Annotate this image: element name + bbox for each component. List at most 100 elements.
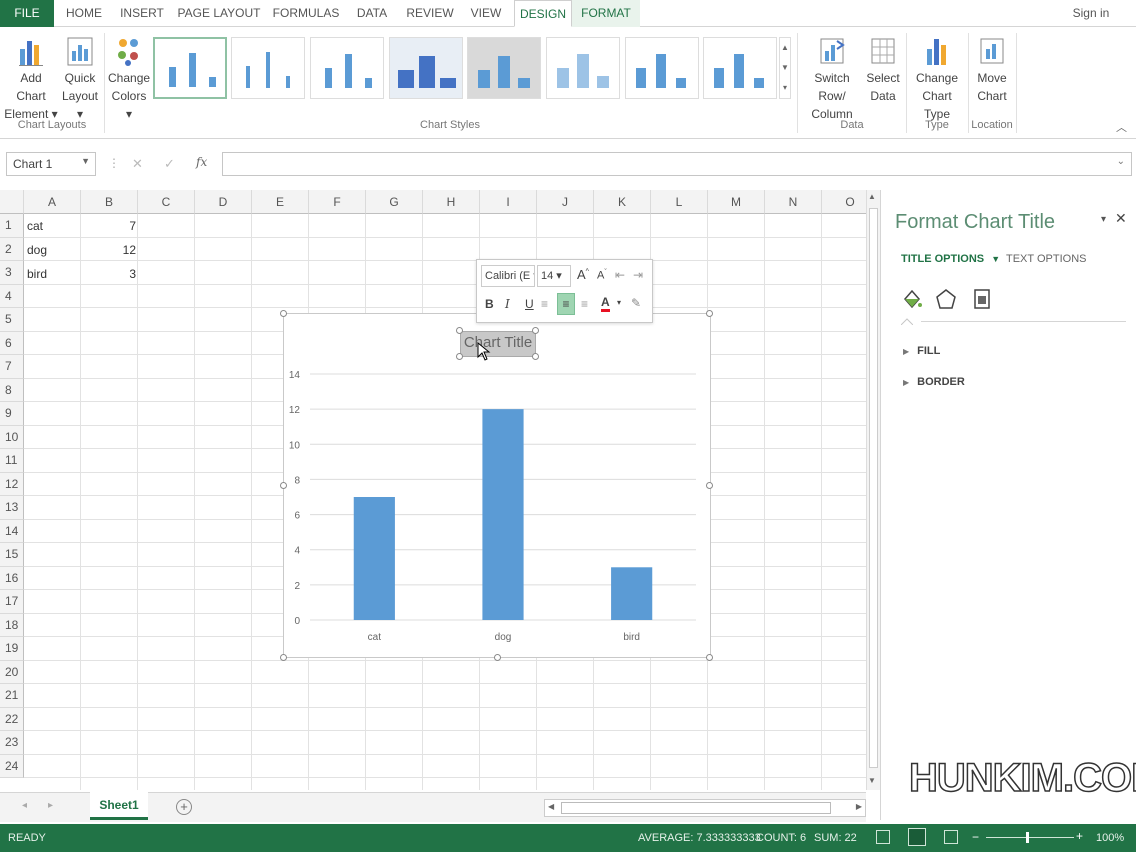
add-sheet-icon[interactable]: + — [176, 799, 192, 815]
cell-a3[interactable]: bird — [27, 263, 47, 286]
row-header-12[interactable]: 12 — [0, 472, 24, 496]
cancel-icon[interactable]: ✕ — [132, 156, 143, 172]
column-header-d[interactable]: D — [195, 190, 252, 214]
switch-row-column-button[interactable]: Switch Row/ Column — [802, 35, 862, 123]
add-chart-element-button[interactable]: Add Chart Element ▾ — [4, 35, 58, 123]
row-header-21[interactable]: 21 — [0, 684, 24, 708]
chart-resize-handle[interactable] — [706, 482, 713, 489]
chart-resize-handle[interactable] — [706, 654, 713, 661]
tab-view[interactable]: VIEW — [466, 0, 506, 27]
fill-line-icon[interactable] — [901, 287, 923, 311]
column-header-l[interactable]: L — [651, 190, 708, 214]
format-painter-icon[interactable]: ✎ — [631, 296, 641, 310]
title-resize-handle[interactable] — [532, 327, 539, 334]
row-header-16[interactable]: 16 — [0, 566, 24, 590]
row-header-14[interactable]: 14 — [0, 519, 24, 543]
column-header-m[interactable]: M — [708, 190, 765, 214]
normal-view-icon[interactable] — [876, 830, 890, 844]
close-icon[interactable]: ✕ — [1115, 210, 1127, 227]
row-header-9[interactable]: 9 — [0, 402, 24, 426]
font-color-button[interactable]: A — [601, 295, 610, 312]
page-layout-view-icon[interactable] — [908, 828, 926, 846]
expand-formula-icon[interactable]: ⌄ — [1117, 156, 1125, 167]
sign-in-link[interactable]: Sign in — [1068, 0, 1114, 27]
column-header-h[interactable]: H — [423, 190, 480, 214]
tab-file[interactable]: FILE — [0, 0, 54, 27]
font-name-select[interactable]: Calibri (E ▾ — [481, 265, 535, 287]
tab-format[interactable]: FORMAT — [572, 0, 640, 27]
select-data-button[interactable]: Select Data — [864, 35, 902, 105]
zoom-level[interactable]: 100% — [1096, 832, 1124, 844]
row-header-7[interactable]: 7 — [0, 355, 24, 379]
zoom-out-icon[interactable]: − — [972, 830, 979, 844]
chart-resize-handle[interactable] — [494, 654, 501, 661]
cell-b3[interactable]: 3 — [82, 263, 136, 286]
font-size-select[interactable]: 14 ▾ — [537, 265, 571, 287]
row-header-10[interactable]: 10 — [0, 425, 24, 449]
row-header-1[interactable]: 1 — [0, 214, 24, 238]
row-header-18[interactable]: 18 — [0, 613, 24, 637]
chart-resize-handle[interactable] — [280, 654, 287, 661]
title-resize-handle[interactable] — [456, 327, 463, 334]
tab-formulas[interactable]: FORMULAS — [270, 0, 342, 27]
row-header-11[interactable]: 11 — [0, 449, 24, 473]
row-header-8[interactable]: 8 — [0, 378, 24, 402]
tab-page-layout[interactable]: PAGE LAYOUT — [176, 0, 262, 27]
bold-button[interactable]: B — [485, 297, 494, 311]
change-colors-button[interactable]: Change Colors ▾ — [108, 35, 150, 123]
row-header-19[interactable]: 19 — [0, 637, 24, 661]
column-header-k[interactable]: K — [594, 190, 651, 214]
chart-style-4[interactable] — [389, 37, 463, 99]
scroll-left-icon[interactable]: ◀ — [548, 802, 554, 811]
column-header-o[interactable]: O — [822, 190, 866, 214]
column-header-g[interactable]: G — [366, 190, 423, 214]
insert-function-icon[interactable]: fx — [196, 155, 207, 169]
chart-style-1[interactable] — [153, 37, 227, 99]
row-header-3[interactable]: 3 — [0, 261, 24, 285]
scroll-up-icon[interactable]: ▲ — [868, 192, 876, 201]
scroll-thumb[interactable] — [869, 208, 878, 768]
underline-button[interactable]: U — [525, 297, 534, 311]
fill-section[interactable]: ▶ FILL — [903, 345, 940, 357]
align-right-icon[interactable]: ≡ — [581, 297, 588, 311]
column-header-b[interactable]: B — [81, 190, 138, 214]
chart-style-6[interactable] — [546, 37, 620, 99]
collapse-ribbon-icon[interactable]: ︿ — [1116, 119, 1127, 135]
column-header-i[interactable]: I — [480, 190, 537, 214]
row-header-6[interactable]: 6 — [0, 331, 24, 355]
chart-resize-handle[interactable] — [706, 310, 713, 317]
tab-review[interactable]: REVIEW — [402, 0, 458, 27]
tab-text-options[interactable]: TEXT OPTIONS — [1006, 253, 1086, 265]
title-resize-handle[interactable] — [456, 353, 463, 360]
page-break-view-icon[interactable] — [944, 830, 958, 844]
tab-home[interactable]: HOME — [60, 0, 108, 27]
gallery-scroll[interactable]: ▲ ▼ ▾ — [779, 37, 791, 99]
align-left-icon[interactable]: ≡ — [541, 297, 548, 311]
chevron-down-icon[interactable]: ▼ — [81, 156, 90, 166]
row-header-23[interactable]: 23 — [0, 731, 24, 755]
column-header-f[interactable]: F — [309, 190, 366, 214]
name-box[interactable]: Chart 1 ▼ — [6, 152, 96, 176]
tab-insert[interactable]: INSERT — [116, 0, 168, 27]
pane-options-icon[interactable]: ▾ — [1101, 214, 1106, 225]
chart-title[interactable]: Chart Title — [460, 334, 536, 351]
tab-title-options[interactable]: TITLE OPTIONS ▼ — [901, 253, 1000, 265]
grow-font-icon[interactable]: A^ — [577, 267, 589, 282]
zoom-slider[interactable] — [986, 832, 1074, 843]
chart-style-7[interactable] — [625, 37, 699, 99]
column-header-n[interactable]: N — [765, 190, 822, 214]
cell-a1[interactable]: cat — [27, 215, 43, 238]
chart-style-5[interactable] — [467, 37, 541, 99]
row-header-2[interactable]: 2 — [0, 237, 24, 261]
effects-icon[interactable] — [935, 287, 957, 311]
chart-object[interactable]: 0 2 4 6 8 10 12 14 cat dog bird Chart Title — [280, 310, 713, 661]
cell-b2[interactable]: 12 — [82, 239, 136, 262]
column-header-j[interactable]: J — [537, 190, 594, 214]
chevron-down-icon[interactable]: ▾ — [617, 298, 621, 307]
tab-design[interactable]: DESIGN — [514, 0, 572, 27]
row-header-4[interactable]: 4 — [0, 284, 24, 308]
cell-b1[interactable]: 7 — [82, 215, 136, 238]
column-header-c[interactable]: C — [138, 190, 195, 214]
row-header-5[interactable]: 5 — [0, 308, 24, 332]
scroll-thumb[interactable] — [561, 802, 831, 814]
